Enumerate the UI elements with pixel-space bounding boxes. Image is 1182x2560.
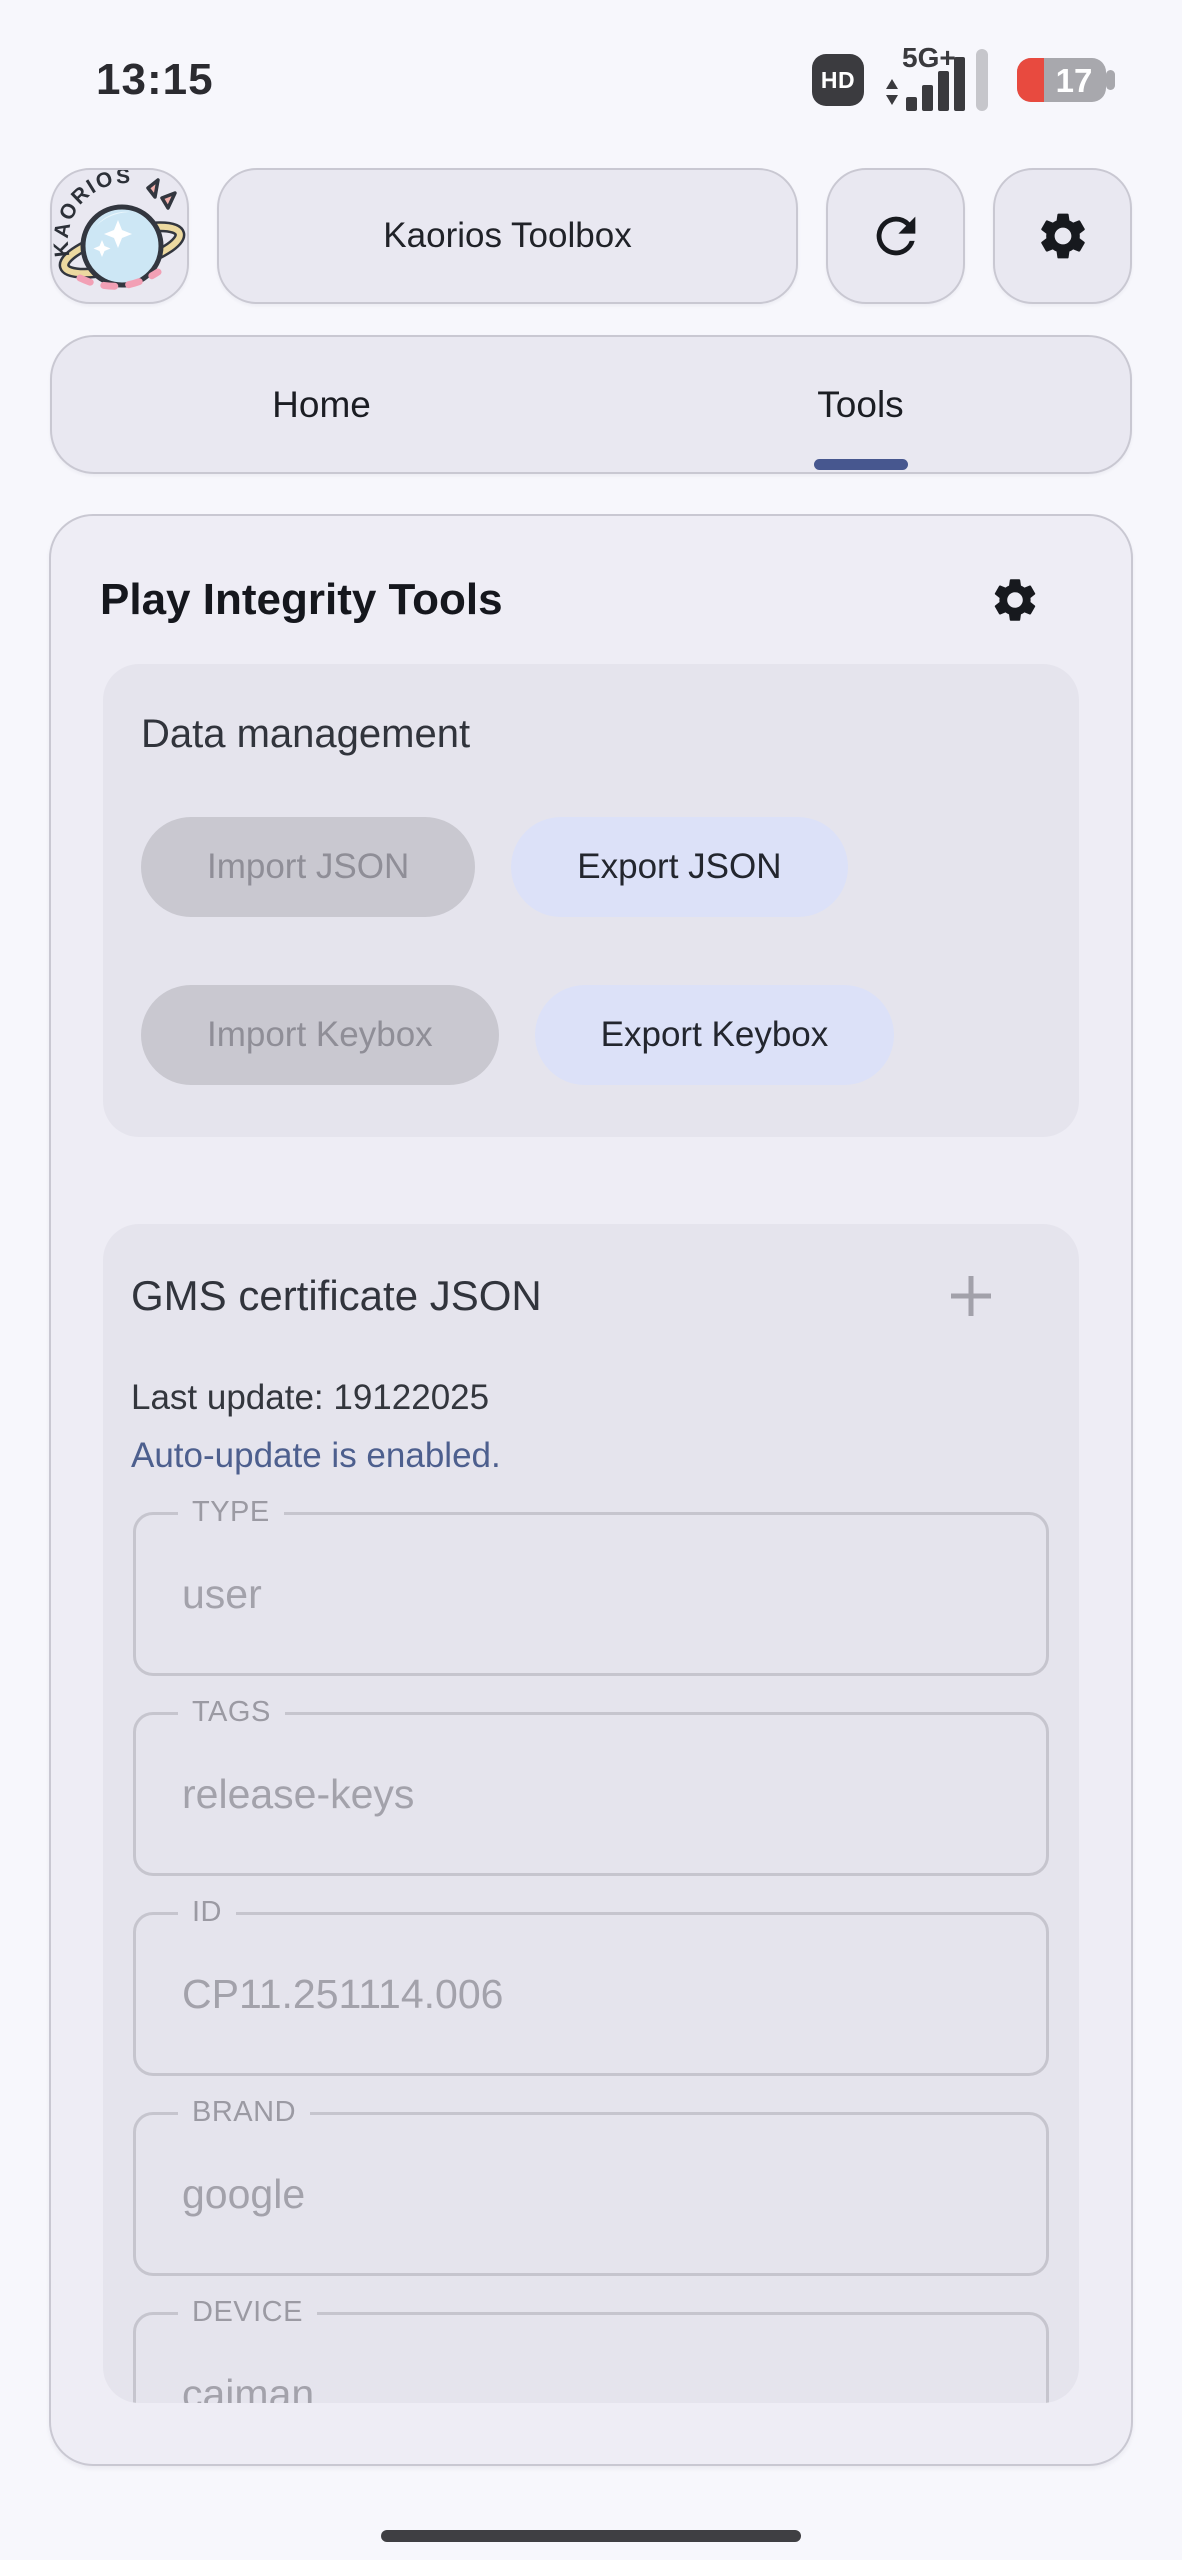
settings-button[interactable]	[993, 168, 1132, 304]
add-certificate-button[interactable]	[947, 1272, 995, 1320]
planet-logo-icon: KAORIOS	[52, 170, 187, 302]
type-field-label: TYPE	[178, 1496, 284, 1529]
hd-icon: HD	[812, 54, 864, 106]
battery-percent-label: 17	[1056, 62, 1093, 99]
signal-strength-icon: 5G+	[878, 41, 1002, 119]
id-field-label: ID	[178, 1896, 236, 1929]
brand-field-label: BRAND	[178, 2096, 310, 2129]
gms-certificate-section: GMS certificate JSON Last update: 191220…	[103, 1224, 1079, 2403]
brand-field-value[interactable]: google	[136, 2115, 1046, 2273]
device-field[interactable]: DEVICE caiman	[133, 2312, 1049, 2403]
gear-icon	[1035, 208, 1091, 264]
card-header: Play Integrity Tools	[51, 516, 1131, 626]
type-field[interactable]: TYPE user	[133, 1512, 1049, 1676]
battery-icon: 17	[1016, 53, 1120, 107]
auto-update-status[interactable]: Auto-update is enabled.	[131, 1436, 1051, 1476]
brand-field[interactable]: BRAND google	[133, 2112, 1049, 2276]
status-bar: 13:15 HD 5G+ 17	[0, 0, 1182, 110]
keybox-button-row: Import Keybox Export Keybox	[141, 985, 1041, 1085]
type-field-value[interactable]: user	[136, 1515, 1046, 1673]
hd-label: HD	[821, 67, 855, 94]
status-icons: HD 5G+ 17	[812, 41, 1120, 119]
tab-bar: Home Tools	[50, 335, 1132, 474]
play-integrity-settings-icon[interactable]	[989, 574, 1041, 626]
import-keybox-button[interactable]: Import Keybox	[141, 985, 499, 1085]
id-field-value[interactable]: CP11.251114.006	[136, 1915, 1046, 2073]
tab-tools[interactable]: Tools	[591, 337, 1130, 472]
plus-icon	[947, 1272, 995, 1320]
gms-title: GMS certificate JSON	[131, 1272, 542, 1320]
network-type-label: 5G+	[902, 42, 956, 73]
tags-field-value[interactable]: release-keys	[136, 1715, 1046, 1873]
app-header: KAORIOS Kaorios Toolbox	[50, 168, 1132, 304]
refresh-icon	[867, 207, 925, 265]
active-tab-indicator	[814, 459, 908, 470]
refresh-button[interactable]	[826, 168, 965, 304]
gms-header: GMS certificate JSON	[103, 1272, 1079, 1320]
id-field[interactable]: ID CP11.251114.006	[133, 1912, 1049, 2076]
battery-level-fill	[1017, 58, 1044, 102]
data-management-title: Data management	[141, 712, 1041, 757]
tags-field[interactable]: TAGS release-keys	[133, 1712, 1049, 1876]
tab-home[interactable]: Home	[52, 337, 591, 472]
import-json-button[interactable]: Import JSON	[141, 817, 475, 917]
app-logo[interactable]: KAORIOS	[50, 168, 189, 304]
device-field-label: DEVICE	[178, 2296, 317, 2329]
play-integrity-card: Play Integrity Tools Data management Imp…	[49, 514, 1133, 2466]
app-title-button[interactable]: Kaorios Toolbox	[217, 168, 798, 304]
card-title: Play Integrity Tools	[100, 575, 503, 625]
certificate-fields: TYPE user TAGS release-keys ID CP11.2511…	[133, 1512, 1049, 2403]
export-keybox-button[interactable]: Export Keybox	[535, 985, 895, 1085]
last-update-text: Last update: 19122025	[131, 1378, 1051, 1418]
json-button-row: Import JSON Export JSON	[141, 817, 1041, 917]
clock: 13:15	[96, 55, 214, 105]
export-json-button[interactable]: Export JSON	[511, 817, 847, 917]
data-management-section: Data management Import JSON Export JSON …	[103, 664, 1079, 1137]
gesture-navigation-bar[interactable]	[381, 2530, 801, 2542]
tags-field-label: TAGS	[178, 1696, 285, 1729]
app-title-label: Kaorios Toolbox	[383, 216, 631, 256]
